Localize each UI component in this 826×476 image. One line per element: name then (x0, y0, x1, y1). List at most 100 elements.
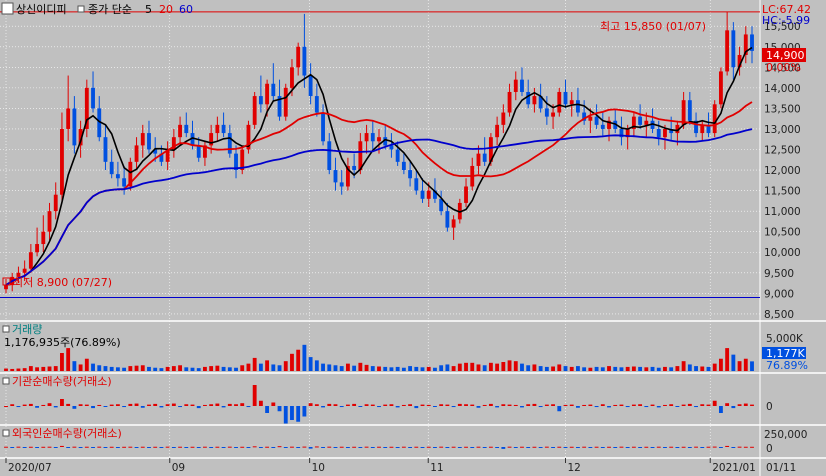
candle-body (725, 30, 730, 72)
institution-bar (408, 404, 413, 406)
hc-label: HC:-5.99 (762, 14, 810, 27)
foreign-bar (97, 446, 102, 448)
foreign-bar (283, 447, 288, 448)
institution-bar (725, 403, 730, 406)
foreign-bar (687, 447, 692, 448)
institution-bar (377, 406, 381, 408)
foreign-bar (513, 447, 518, 448)
foreign-bar (464, 446, 468, 448)
candle-body (258, 96, 263, 105)
volume-bar (544, 366, 549, 371)
foreign-bar (501, 447, 506, 449)
inst-icon[interactable] (2, 377, 10, 385)
volume-bar (171, 366, 176, 371)
volume-bar (84, 358, 89, 371)
foreign-bar (109, 446, 114, 448)
foreign-bar (426, 446, 431, 448)
volume-bar (72, 361, 77, 371)
volume-bar (209, 366, 214, 371)
candle-body (140, 133, 145, 146)
ma-period-5: 5 (145, 3, 152, 16)
volume-bar (600, 367, 605, 371)
volume-bar (128, 366, 133, 371)
foreign-bar (171, 447, 176, 448)
y-tick-label: 10,000 (764, 247, 801, 259)
candle-body (227, 133, 232, 154)
candle-body (60, 128, 64, 195)
candle-body (507, 91, 512, 113)
volume-bar (576, 366, 580, 371)
volume-bar (513, 361, 518, 371)
institution-bar (333, 404, 338, 406)
institution-bar (669, 404, 674, 406)
foreign-bar (91, 447, 95, 448)
volume-bar (582, 367, 587, 371)
candle-body (308, 75, 313, 97)
foreign-bar (389, 446, 394, 448)
foreign-bar (731, 447, 736, 448)
candle-body (663, 128, 667, 138)
institution-bar (414, 406, 419, 409)
foreign-bar (607, 446, 611, 448)
institution-bar (271, 402, 276, 406)
institution-bar (296, 406, 301, 422)
foreign-bar (619, 446, 624, 448)
institution-bar (302, 406, 307, 417)
candle-body (600, 124, 605, 129)
foreign-bar (258, 447, 263, 448)
menu-icon[interactable] (1, 2, 14, 15)
ma-icon[interactable] (77, 5, 85, 13)
institution-bar (663, 404, 667, 406)
institution-bar (495, 406, 500, 408)
foreign-bar (215, 446, 220, 448)
volume-bar (35, 367, 40, 371)
foreign-bar (675, 447, 680, 448)
candle-body (594, 116, 599, 125)
candle-body (408, 170, 413, 179)
volume-detail: 1,176,935주(76.89%) (4, 336, 121, 349)
candle-body (638, 116, 643, 125)
volume-bar (712, 363, 717, 371)
x-tick-label: 2020/07 (8, 462, 52, 474)
institution-bar (364, 404, 369, 406)
volume-bar (644, 367, 649, 371)
volume-bar (296, 349, 301, 371)
volume-bar (569, 366, 574, 371)
volume-bar (240, 365, 245, 371)
volume-bar (122, 367, 127, 371)
candle-body (482, 153, 487, 162)
volume-bar (656, 367, 661, 371)
institution-bar (613, 404, 618, 406)
foreign-bar (209, 447, 214, 448)
volume-bar (619, 367, 624, 371)
foreign-bar (234, 447, 238, 448)
volume-bar (631, 366, 636, 371)
candle-body (377, 137, 381, 142)
institution-bar (694, 406, 698, 408)
foreign-bar (128, 446, 133, 448)
volume-bar (389, 367, 394, 371)
volume-bar (203, 366, 207, 371)
volume-pct: 76.89% (766, 359, 808, 372)
volume-bar (4, 368, 8, 371)
institution-bar (290, 406, 294, 420)
chart-canvas[interactable]: 15,50015,00014,50014,00013,50013,00012,5… (0, 0, 826, 476)
foreign-bar (594, 446, 599, 448)
institution-bar (277, 406, 282, 412)
volume-bar (464, 362, 468, 371)
foreign-bar (377, 446, 381, 448)
institution-bar (203, 404, 207, 406)
institution-bar (215, 403, 220, 406)
candle-body (109, 161, 114, 175)
volume-icon[interactable] (2, 325, 10, 333)
candle-body (501, 112, 506, 125)
foreign-icon[interactable] (2, 429, 10, 437)
institution-bar (582, 404, 587, 406)
institution-bar (122, 406, 127, 408)
institution-bar (41, 404, 46, 406)
candle-body (544, 108, 549, 117)
foreign-bar (644, 446, 649, 448)
foreign-bar (582, 446, 587, 448)
volume-bar (16, 368, 21, 371)
institution-bar (171, 403, 176, 406)
